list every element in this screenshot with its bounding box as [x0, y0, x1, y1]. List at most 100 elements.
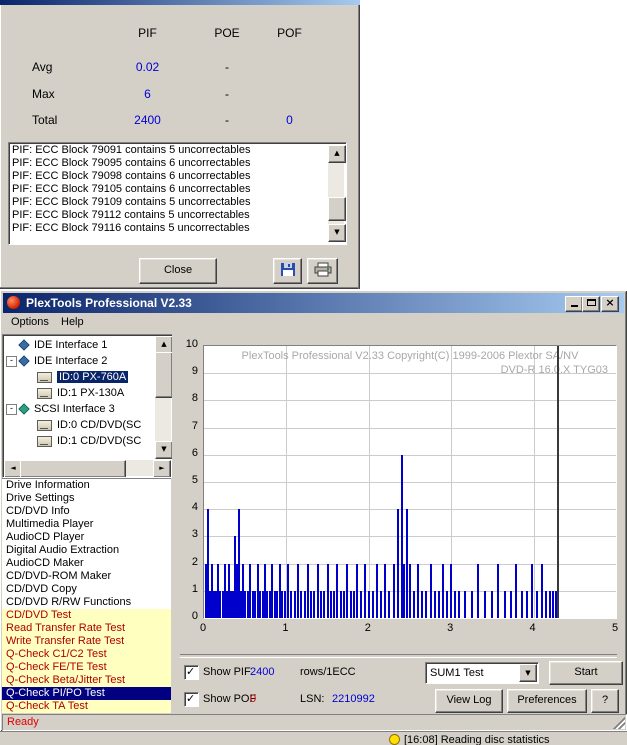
lsn-label: LSN:	[300, 693, 324, 706]
background-log-window[interactable]: [16:08] Reading disc statistics	[0, 731, 627, 745]
tree-item[interactable]: - IDE Interface 2	[3, 353, 154, 369]
tree-item[interactable]: ID:1 CD/DVD(SC	[3, 433, 154, 449]
close-button[interactable]: Close	[139, 258, 217, 284]
function-item[interactable]: CD/DVD Test	[2, 609, 171, 622]
pif-bar	[372, 591, 374, 618]
pif-bar	[397, 509, 399, 618]
close-window-button[interactable]	[601, 296, 619, 312]
drive-icon	[37, 388, 52, 399]
tree-item-label: ID:0 PX-760A	[57, 371, 128, 383]
function-item[interactable]: Q-Check TA Test	[2, 700, 171, 713]
pif-bar	[545, 591, 547, 618]
view-log-button[interactable]: View Log	[435, 689, 503, 713]
pif-bar	[526, 591, 528, 618]
dialog-titlebar[interactable]	[0, 0, 360, 5]
scroll-right-icon[interactable]: ►	[153, 460, 171, 478]
tree-vertical-scrollbar[interactable]: ▲ ▼	[155, 336, 171, 459]
grid-line-h	[204, 482, 616, 483]
pif-bar	[287, 564, 289, 618]
pof-count-value: 0	[250, 693, 256, 706]
print-button[interactable]	[307, 258, 338, 284]
log-line[interactable]: PIF: ECC Block 79112 contains 5 uncorrec…	[9, 209, 328, 222]
pipo-results-dialog: PIF POE POF Avg 0.02 - Max 6 - Total 240…	[0, 0, 360, 289]
scroll-up-icon[interactable]: ▲	[328, 145, 346, 163]
function-item[interactable]: AudioCD Maker	[2, 557, 171, 570]
tree-item-label: IDE Interface 2	[34, 355, 107, 367]
scroll-thumb[interactable]	[328, 197, 346, 221]
x-axis-tick-label: 3	[440, 622, 460, 635]
function-item[interactable]: Digital Audio Extraction	[2, 544, 171, 557]
x-axis-tick-label: 4	[523, 622, 543, 635]
tree-item[interactable]: ID:1 PX-130A	[3, 385, 154, 401]
log-line[interactable]: PIF: ECC Block 79105 contains 6 uncorrec…	[9, 183, 328, 196]
function-item[interactable]: Read Transfer Rate Test	[2, 622, 171, 635]
pif-bar	[477, 564, 479, 618]
pif-bar	[549, 591, 551, 618]
chevron-down-icon[interactable]: ▼	[519, 664, 537, 682]
sum-test-select[interactable]: SUM1 Test ▼	[425, 662, 539, 684]
column-header-poe: POE	[203, 26, 251, 40]
total-pif-value: 2400	[120, 113, 175, 127]
save-button[interactable]	[273, 258, 302, 284]
grid-line-v	[369, 346, 370, 618]
grid-line-v	[534, 346, 535, 618]
tree-item[interactable]: IDE Interface 1	[3, 337, 154, 353]
function-item[interactable]: Q-Check C1/C2 Test	[2, 648, 171, 661]
function-item[interactable]: CD/DVD R/RW Functions	[2, 596, 171, 609]
function-item[interactable]: Drive Settings	[2, 492, 171, 505]
show-pif-checkbox[interactable]: ✓	[184, 665, 199, 680]
function-item[interactable]: Q-Check PI/PO Test	[2, 687, 171, 700]
function-item[interactable]: AudioCD Player	[2, 531, 171, 544]
pif-bar	[484, 591, 486, 618]
function-item[interactable]: CD/DVD-ROM Maker	[2, 570, 171, 583]
pif-bar	[356, 564, 358, 618]
pif-bar	[409, 564, 411, 618]
pif-bar	[376, 564, 378, 618]
menu-help[interactable]: Help	[55, 315, 90, 330]
scroll-thumb[interactable]	[20, 460, 126, 478]
menu-options[interactable]: Options	[5, 315, 55, 330]
scroll-thumb[interactable]	[155, 352, 173, 398]
log-line[interactable]: PIF: ECC Block 79095 contains 6 uncorrec…	[9, 157, 328, 170]
error-log-list[interactable]: PIF: ECC Block 79091 contains 5 uncorrec…	[8, 142, 347, 245]
avg-poe-value: -	[203, 60, 251, 74]
start-button[interactable]: Start	[549, 661, 623, 685]
total-poe-value: -	[203, 113, 251, 127]
scroll-down-icon[interactable]: ▼	[155, 441, 173, 459]
maximize-button[interactable]	[582, 296, 600, 312]
minimize-button[interactable]	[565, 296, 583, 312]
titlebar[interactable]: PlexTools Professional V2.33	[3, 293, 624, 313]
collapse-toggle-icon[interactable]: -	[6, 404, 17, 415]
log-line[interactable]: PIF: ECC Block 79098 contains 6 uncorrec…	[9, 170, 328, 183]
function-item[interactable]: CD/DVD Info	[2, 505, 171, 518]
function-item[interactable]: Write Transfer Rate Test	[2, 635, 171, 648]
pif-bar	[491, 591, 493, 618]
log-line[interactable]: PIF: ECC Block 79091 contains 5 uncorrec…	[9, 144, 328, 157]
plextools-window: PlexTools Professional V2.33 Options Hel…	[0, 290, 627, 731]
y-axis-tick-label: 1	[172, 583, 198, 596]
tree-item[interactable]: ID:0 PX-760A	[3, 369, 154, 385]
scroll-down-icon[interactable]: ▼	[328, 224, 346, 242]
pif-bar	[346, 564, 348, 618]
tree-item[interactable]: -SCSI Interface 3	[3, 401, 154, 417]
function-item[interactable]: Q-Check Beta/Jitter Test	[2, 674, 171, 687]
log-line[interactable]: PIF: ECC Block 79116 contains 5 uncorrec…	[9, 222, 328, 235]
pif-bar	[284, 591, 286, 618]
show-pof-checkbox[interactable]: ✓	[184, 692, 199, 707]
collapse-toggle-icon[interactable]: -	[6, 356, 17, 367]
log-scrollbar[interactable]: ▲ ▼	[328, 145, 344, 242]
function-item[interactable]: CD/DVD Copy	[2, 583, 171, 596]
log-line[interactable]: PIF: ECC Block 79109 contains 5 uncorrec…	[9, 196, 328, 209]
menu-bar: Options Help	[3, 313, 624, 332]
help-button[interactable]: ?	[591, 689, 619, 713]
function-item[interactable]: Multimedia Player	[2, 518, 171, 531]
function-item[interactable]: Drive Information	[2, 479, 171, 492]
tree-item[interactable]: ID:0 CD/DVD(SC	[3, 417, 154, 433]
pif-bar	[290, 591, 292, 618]
resize-grip[interactable]	[613, 717, 625, 729]
y-axis-tick-label: 8	[172, 392, 198, 405]
row-label-max: Max	[32, 87, 92, 101]
preferences-button[interactable]: Preferences	[507, 689, 587, 713]
tree-horizontal-scrollbar[interactable]: ◄ ►	[4, 460, 171, 476]
function-item[interactable]: Q-Check FE/TE Test	[2, 661, 171, 674]
